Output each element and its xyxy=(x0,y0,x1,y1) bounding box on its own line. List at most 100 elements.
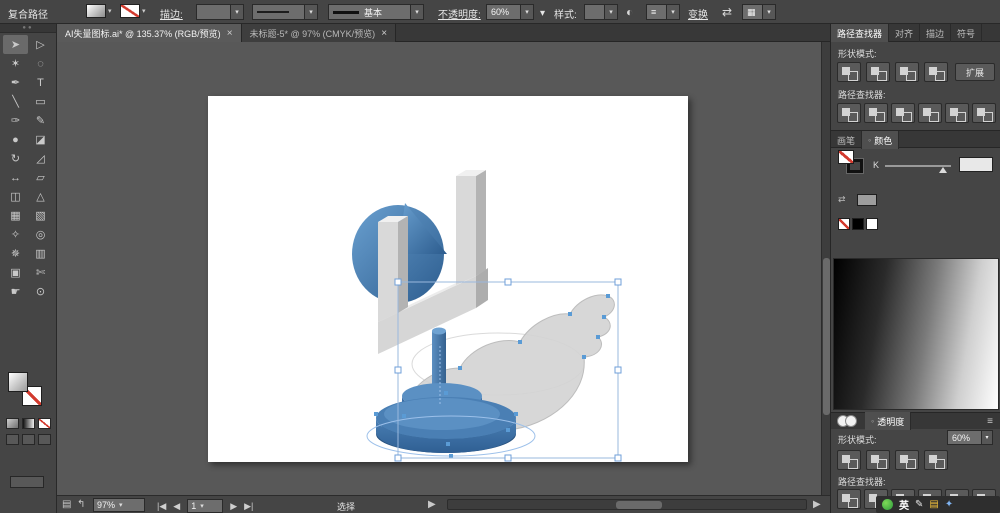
selection-handle[interactable] xyxy=(395,455,401,461)
width-profile-combo[interactable]: ▾ xyxy=(252,4,318,20)
panel-grip[interactable]: ●● xyxy=(0,24,56,33)
transform-options-combo[interactable]: ▦ ▾ xyxy=(742,4,776,20)
blob-brush-tool[interactable]: ● xyxy=(3,130,28,149)
selection-tool[interactable]: ➤ xyxy=(3,35,28,54)
slice-tool[interactable]: ✄ xyxy=(28,263,53,282)
selection-handle[interactable] xyxy=(615,279,621,285)
width-tool[interactable]: ↔ xyxy=(3,168,28,187)
merge-button[interactable] xyxy=(891,103,915,123)
style-combo[interactable]: ▾ xyxy=(584,4,618,20)
recolor-artwork-icon[interactable]: ◐ xyxy=(626,4,633,20)
swap-icon[interactable]: ⇄ xyxy=(722,4,732,20)
tab-pathfinder[interactable]: 路径查找器 xyxy=(831,24,889,42)
stroke-weight-combo[interactable]: ▾ xyxy=(196,4,244,20)
stroke-color-control[interactable]: ▾ xyxy=(120,4,146,18)
transform-link[interactable]: 变换 xyxy=(688,6,708,21)
zoom-tool[interactable]: ⊙ xyxy=(28,282,53,301)
tab-align[interactable]: 对齐 xyxy=(889,24,920,42)
chevron-down-icon[interactable]: ▾ xyxy=(230,5,243,19)
k-value-field[interactable] xyxy=(959,157,993,172)
exclude-button[interactable] xyxy=(924,62,948,82)
scale-tool[interactable]: ◿ xyxy=(28,149,53,168)
fill-color-control[interactable]: ▾ xyxy=(86,4,112,18)
gradient-tool[interactable]: ▧ xyxy=(28,206,53,225)
chevron-down-icon[interactable]: ▾ xyxy=(200,502,204,510)
stroke-link[interactable]: 描边: xyxy=(160,6,183,21)
screen-mode-button[interactable] xyxy=(10,476,44,488)
perspective-grid-tool[interactable]: △ xyxy=(28,187,53,206)
next-artboard-icon[interactable]: ▶ xyxy=(230,501,237,512)
chevron-down-icon[interactable]: ▾ xyxy=(540,8,545,19)
prev-artboard-icon[interactable]: ◀ xyxy=(173,501,180,512)
last-artboard-icon[interactable]: ▶| xyxy=(244,501,253,512)
chevron-down-icon[interactable]: ▾ xyxy=(142,7,146,15)
mesh-tool[interactable]: ▦ xyxy=(3,206,28,225)
tab-symbols[interactable]: 符号 xyxy=(951,24,982,42)
magic-wand-tool[interactable]: ✶ xyxy=(3,54,28,73)
chevron-down-icon[interactable]: ▾ xyxy=(666,5,679,19)
shape-builder-tool[interactable]: ◫ xyxy=(3,187,28,206)
none-swatch[interactable] xyxy=(838,218,850,230)
scroll-right-icon[interactable]: ▶ xyxy=(428,499,436,510)
opacity-combo[interactable]: 60% ▾ xyxy=(486,4,534,20)
artboard-tool[interactable]: ▣ xyxy=(3,263,28,282)
divide-button[interactable] xyxy=(837,103,861,123)
panel-menu-icon[interactable]: ≡ xyxy=(987,416,993,427)
none-button[interactable] xyxy=(38,418,51,429)
minus-back-button[interactable] xyxy=(972,103,996,123)
tab-brushes[interactable]: 画笔 xyxy=(831,131,862,149)
color-button[interactable] xyxy=(6,418,19,429)
first-artboard-icon[interactable]: |◀ xyxy=(157,501,166,512)
chevron-down-icon[interactable]: ▾ xyxy=(108,7,112,15)
artboard[interactable] xyxy=(208,96,688,462)
chevron-down-icon[interactable]: ▾ xyxy=(604,5,617,19)
doc-tab-1[interactable]: AI失量图标.ai* @ 135.37% (RGB/预览) × xyxy=(57,24,242,42)
scroll-right-arrow-icon[interactable]: ▶ xyxy=(813,499,821,510)
intersect-button[interactable] xyxy=(895,450,919,470)
zoom-combo[interactable]: 97% ▾ xyxy=(93,498,145,512)
ime-pen-icon[interactable]: ✎ xyxy=(915,496,923,513)
tab-stroke[interactable]: 描边 xyxy=(920,24,951,42)
paintbrush-tool[interactable]: ✑ xyxy=(3,111,28,130)
outline-button[interactable] xyxy=(945,103,969,123)
eraser-tool[interactable]: ◪ xyxy=(28,130,53,149)
swap-colors-icon[interactable]: ⇄ xyxy=(838,194,846,205)
horizontal-scrollbar[interactable] xyxy=(447,499,807,510)
black-swatch[interactable] xyxy=(852,218,864,230)
fill-well[interactable] xyxy=(8,372,28,392)
vertical-scrollbar-thumb[interactable] xyxy=(823,258,830,415)
line-segment-tool[interactable]: ╲ xyxy=(3,92,28,111)
doc-tab-2[interactable]: 未标题-5* @ 97% (CMYK/预览) × xyxy=(242,24,397,42)
align-combo[interactable]: ≡ ▾ xyxy=(646,4,680,20)
chevron-down-icon[interactable]: ▾ xyxy=(410,5,423,19)
draw-inside-button[interactable] xyxy=(38,434,51,445)
crop-button[interactable] xyxy=(918,103,942,123)
tab-transparency[interactable]: 透明度 xyxy=(865,412,911,430)
chevron-down-icon[interactable]: ▾ xyxy=(520,5,533,19)
chevron-down-icon[interactable]: ▾ xyxy=(762,5,775,19)
minus-front-button[interactable] xyxy=(866,450,890,470)
pencil-tool[interactable]: ✎ xyxy=(28,111,53,130)
minus-front-button[interactable] xyxy=(866,62,890,82)
gradient-button[interactable] xyxy=(22,418,35,429)
brush-definition-combo[interactable]: 基本 ▾ xyxy=(328,4,424,20)
white-swatch[interactable] xyxy=(866,218,878,230)
blend-tool[interactable]: ◎ xyxy=(28,225,53,244)
close-icon[interactable]: × xyxy=(227,28,233,39)
selection-handle[interactable] xyxy=(505,279,511,285)
draw-behind-button[interactable] xyxy=(22,434,35,445)
k-slider-marker[interactable] xyxy=(939,167,947,173)
ime-keyboard-icon[interactable]: ▤ xyxy=(929,496,938,513)
selection-handle[interactable] xyxy=(615,367,621,373)
unite-button[interactable] xyxy=(837,62,861,82)
unite-button[interactable] xyxy=(837,450,861,470)
grayscale-spectrum[interactable] xyxy=(833,258,999,410)
rotate-tool[interactable]: ↻ xyxy=(3,149,28,168)
stroke-color-swatch[interactable] xyxy=(120,4,140,18)
trim-button[interactable] xyxy=(864,103,888,123)
chevron-down-icon[interactable]: ▾ xyxy=(119,501,123,509)
selection-handle[interactable] xyxy=(615,455,621,461)
intersect-button[interactable] xyxy=(895,62,919,82)
horizontal-scrollbar-thumb[interactable] xyxy=(616,501,662,509)
ime-mode-label[interactable]: 英 xyxy=(899,497,909,512)
